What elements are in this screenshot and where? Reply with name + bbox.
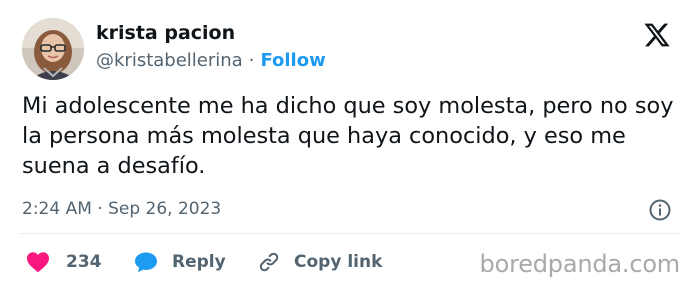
follow-button[interactable]: Follow [260, 50, 325, 71]
speech-bubble-icon [135, 252, 157, 273]
author-handle[interactable]: @kristabellerina [96, 50, 243, 71]
like-button[interactable]: 234 [26, 250, 102, 274]
author-handle-line: @kristabellerina · Follow [96, 50, 326, 71]
author-display-name[interactable]: krista pacion [96, 22, 235, 44]
copy-link-button[interactable]: Copy link [258, 250, 382, 274]
info-icon[interactable] [648, 198, 672, 222]
reply-button[interactable]: Reply [134, 250, 226, 274]
separator-dot: · [248, 50, 255, 71]
x-logo-icon[interactable] [642, 21, 672, 49]
tweet-text: Mi adolescente me ha dicho que soy moles… [22, 93, 674, 179]
like-count: 234 [66, 252, 102, 272]
tweet-card: krista pacion @kristabellerina · Follow Mi… [0, 0, 700, 288]
copy-link-label: Copy link [294, 252, 383, 272]
tweet-timestamp[interactable]: 2:24 AM · Sep 26, 2023 [22, 199, 221, 219]
link-icon [259, 252, 279, 272]
boredpanda-watermark: boredpanda.com [479, 250, 681, 278]
reply-label: Reply [172, 252, 226, 272]
divider [20, 233, 680, 234]
heart-icon [27, 252, 49, 273]
avatar[interactable] [22, 18, 84, 80]
